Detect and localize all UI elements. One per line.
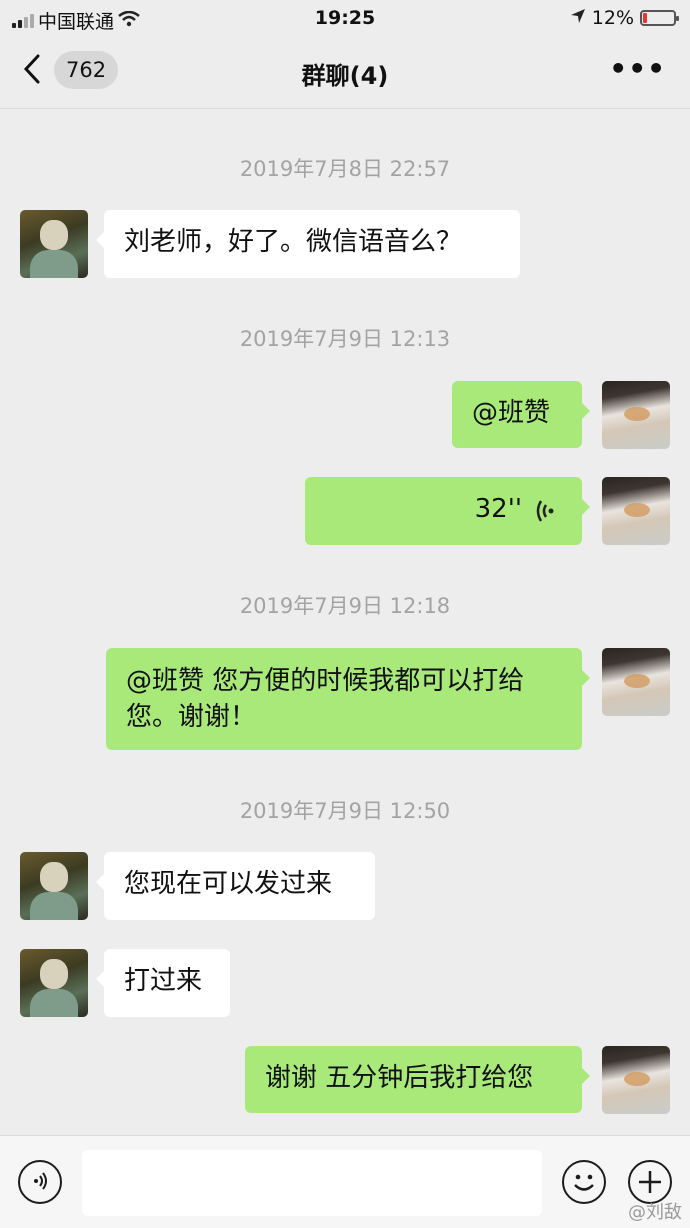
nav-bar: 762 群聊(4) •••	[0, 38, 690, 109]
avatar[interactable]	[20, 210, 88, 278]
timestamp: 2019年7月9日 12:13	[239, 327, 451, 351]
avatar[interactable]	[602, 381, 670, 449]
message-bubble[interactable]: 打过来	[96, 949, 230, 1017]
timestamp: 2019年7月8日 22:57	[239, 157, 451, 181]
more-icon[interactable]: •••	[609, 52, 666, 85]
message-bubble[interactable]: 谢谢 五分钟后我打给您	[245, 1046, 590, 1113]
timestamp: 2019年7月9日 12:18	[239, 594, 451, 618]
watermark: @刘敌	[628, 1202, 682, 1223]
voice-wave-icon	[536, 498, 556, 534]
avatar[interactable]	[602, 648, 670, 716]
battery-icon	[640, 10, 679, 26]
page-title: 群聊(4)	[301, 62, 389, 90]
voice-duration: 32''	[474, 494, 522, 524]
avatar[interactable]	[602, 477, 670, 545]
voice-input-icon[interactable]	[18, 1160, 62, 1204]
timestamp: 2019年7月9日 12:50	[239, 799, 451, 823]
message-input[interactable]	[82, 1150, 542, 1216]
input-bar: @刘敌	[0, 1135, 690, 1228]
message-bubble[interactable]: @班赞	[452, 381, 590, 448]
message-bubble[interactable]: @班赞 您方便的时候我都可以打给您。谢谢！	[106, 648, 590, 750]
status-bar: 中国联通 19:25 12%	[0, 0, 690, 38]
avatar[interactable]	[20, 852, 88, 920]
voice-message-bubble[interactable]: 32''	[305, 477, 590, 545]
emoji-icon[interactable]	[562, 1160, 606, 1204]
location-arrow-icon	[570, 7, 586, 29]
avatar[interactable]	[20, 949, 88, 1017]
status-right: 12%	[570, 7, 679, 29]
battery-percent: 12%	[591, 7, 634, 29]
avatar[interactable]	[602, 1046, 670, 1114]
message-bubble[interactable]: 刘老师，好了。微信语音么？	[96, 210, 520, 278]
message-bubble[interactable]: 您现在可以发过来	[96, 852, 375, 920]
